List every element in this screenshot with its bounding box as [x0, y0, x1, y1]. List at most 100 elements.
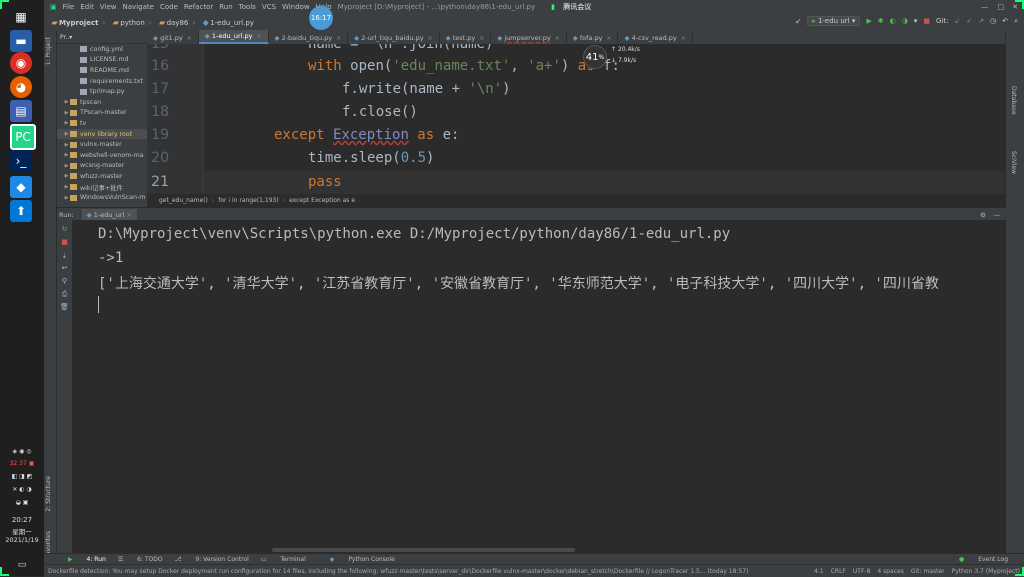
- menu-tools[interactable]: Tools: [239, 3, 256, 11]
- tree-file[interactable]: LICENSE.md: [57, 55, 147, 66]
- minimize-icon[interactable]: —: [981, 3, 988, 11]
- tree-folder[interactable]: ▶ webshell-venom-ma: [57, 150, 147, 161]
- clock-time[interactable]: 20:27: [2, 516, 42, 524]
- tab-1-edu-url[interactable]: ◆ 1-edu_url.py ×: [198, 30, 269, 44]
- back-arrow-icon[interactable]: ↙: [795, 17, 801, 25]
- git-branch[interactable]: Git: master: [911, 568, 945, 575]
- soft-wrap-icon[interactable]: ↩: [60, 264, 69, 273]
- file-encoding[interactable]: UTF-8: [853, 568, 871, 575]
- tab-2-url-tiqu-baidu[interactable]: ◆ 2-url_tiqu_baidu.py ×: [348, 32, 440, 44]
- crumb-function[interactable]: get_edu_name(): [159, 197, 208, 204]
- revert-icon[interactable]: ↶: [1002, 17, 1008, 25]
- close-tab-icon[interactable]: ×: [479, 35, 484, 42]
- run-config-select[interactable]: ▸ 1-edu url ▾: [807, 16, 861, 26]
- caret-position[interactable]: 4:1: [814, 568, 824, 575]
- chrome-icon[interactable]: ◉: [10, 52, 32, 74]
- stop-icon[interactable]: ■: [923, 17, 930, 25]
- trash-icon[interactable]: 🗑: [60, 303, 69, 312]
- tree-folder[interactable]: ▶ wfuzz-master: [57, 171, 147, 182]
- tab-jumpserver[interactable]: ◆ jumpserver.py ×: [491, 32, 567, 44]
- expand-arrow-icon[interactable]: ▶: [63, 184, 70, 190]
- sciview-tool-tab[interactable]: SciView: [1010, 151, 1017, 174]
- menu-vcs[interactable]: VCS: [262, 3, 276, 11]
- tab-2-baidu-tiqu[interactable]: ◆ 2-baidu_tiqu.py ×: [269, 32, 349, 44]
- menu-edit[interactable]: Edit: [80, 3, 94, 11]
- stop-icon[interactable]: ■: [60, 238, 69, 247]
- rerun-icon[interactable]: ↻: [60, 225, 69, 234]
- file-explorer-icon[interactable]: ▤: [10, 100, 32, 122]
- crumb-for-loop[interactable]: for i in range(1,193): [218, 197, 278, 204]
- status-message[interactable]: Dockerfile detection: You may setup Dock…: [48, 568, 748, 575]
- tree-folder[interactable]: ▶ WindowsVulnScan-m: [57, 192, 147, 203]
- tab-version-control[interactable]: ⎇ 9: Version Control: [175, 556, 249, 563]
- powershell-icon[interactable]: ›_: [10, 150, 32, 172]
- menu-run[interactable]: Run: [219, 3, 232, 11]
- vcs-commit-icon[interactable]: ✓: [966, 17, 972, 25]
- indent-setting[interactable]: 4 spaces: [877, 568, 903, 575]
- tray-icons-row5[interactable]: ◒ ▣: [2, 499, 42, 506]
- close-tab-icon[interactable]: ×: [336, 35, 341, 42]
- meeting-indicator[interactable]: ▮ 腾讯会议: [545, 2, 591, 12]
- menu-window[interactable]: Window: [282, 3, 310, 11]
- close-tab-icon[interactable]: ×: [606, 35, 611, 42]
- crumb-except[interactable]: except Exception as e: [289, 197, 355, 204]
- pin-icon[interactable]: ⚲: [60, 277, 69, 286]
- vcs-update-icon[interactable]: ↙: [954, 17, 960, 25]
- tree-folder[interactable]: ▶ venv library root: [57, 128, 147, 140]
- tree-folder[interactable]: ▶ wcsng-master: [57, 161, 147, 172]
- pycharm-icon[interactable]: PC: [10, 124, 36, 150]
- crumb-file[interactable]: ◆ 1-edu_url.py: [201, 18, 254, 27]
- tab-test[interactable]: ◆ test.py ×: [440, 32, 492, 44]
- tray-icons-row4[interactable]: ✕ ◐ ◑: [2, 486, 42, 493]
- history-icon[interactable]: ◷: [990, 17, 996, 25]
- meeting-app-icon[interactable]: ◆: [10, 176, 32, 198]
- windows-start-icon[interactable]: ▦: [10, 6, 32, 28]
- firefox-icon[interactable]: ◕: [10, 76, 32, 98]
- event-log-button[interactable]: ● Event Log: [947, 556, 1008, 563]
- close-tab-icon[interactable]: ×: [256, 33, 261, 40]
- code-editor[interactable]: 15 16 17 18 19 20 21 name = '\n'.join(na…: [147, 44, 1006, 193]
- run-console[interactable]: D:\Myproject\venv\Scripts\python.exe D:/…: [72, 220, 1006, 553]
- run-icon[interactable]: ▶: [866, 17, 871, 25]
- tray-icons-row1[interactable]: ◈ ◉ ◎: [2, 448, 42, 455]
- tree-file[interactable]: README.md: [57, 65, 147, 76]
- close-tab-icon[interactable]: ×: [681, 35, 686, 42]
- print-icon[interactable]: ⎙: [60, 290, 69, 299]
- profile-icon[interactable]: ◑: [902, 17, 908, 25]
- tree-file[interactable]: config.yml: [57, 44, 147, 55]
- close-tab-icon[interactable]: ×: [187, 35, 192, 42]
- expand-arrow-icon[interactable]: ▶: [63, 142, 70, 148]
- vcs-push-icon[interactable]: ↗: [978, 17, 984, 25]
- tree-folder[interactable]: ▶ TPscan-master: [57, 108, 147, 119]
- scroll-down-icon[interactable]: ⇣: [60, 252, 69, 261]
- maximize-icon[interactable]: □: [997, 3, 1004, 11]
- tree-folder[interactable]: ▶ wiki记事+批件: [57, 182, 147, 193]
- crumb-python[interactable]: ▰ python ›: [111, 18, 152, 27]
- tab-terminal[interactable]: ▭ Terminal: [261, 556, 306, 563]
- tree-file[interactable]: requirements.txt: [57, 76, 147, 87]
- expand-arrow-icon[interactable]: ▶: [63, 152, 70, 158]
- tree-file[interactable]: tprimap.py: [57, 86, 147, 97]
- expand-arrow-icon[interactable]: ▶: [63, 131, 70, 137]
- expand-arrow-icon[interactable]: ▶: [63, 120, 70, 126]
- project-panel-header[interactable]: Pr..▾: [57, 31, 147, 44]
- expand-arrow-icon[interactable]: ▶: [63, 163, 70, 169]
- close-tab-icon[interactable]: ×: [428, 35, 433, 42]
- tab-todo[interactable]: ☰ 6: TODO: [118, 556, 163, 563]
- build-icon[interactable]: ▾: [914, 17, 918, 25]
- expand-arrow-icon[interactable]: ▶: [63, 99, 70, 105]
- database-tool-tab[interactable]: Database: [1010, 86, 1017, 115]
- tab-python-console[interactable]: ◆ Python Console: [318, 556, 395, 563]
- tree-folder[interactable]: ▶ tv: [57, 118, 147, 129]
- desktop-app-icon[interactable]: ▬: [10, 30, 32, 52]
- menu-code[interactable]: Code: [160, 3, 178, 11]
- tray-icons-row3[interactable]: ◧ ◨ ◩: [2, 473, 42, 480]
- expand-arrow-icon[interactable]: ▶: [63, 110, 70, 116]
- crumb-project[interactable]: ▰ Myproject ›: [50, 18, 105, 27]
- project-tool-tab[interactable]: 1: Project: [45, 37, 52, 65]
- hide-panel-icon[interactable]: —: [994, 211, 1001, 219]
- menu-file[interactable]: File: [63, 3, 75, 11]
- horizontal-scrollbar[interactable]: [272, 548, 575, 552]
- menu-view[interactable]: View: [100, 3, 117, 11]
- recording-timer[interactable]: 16:17: [309, 6, 333, 30]
